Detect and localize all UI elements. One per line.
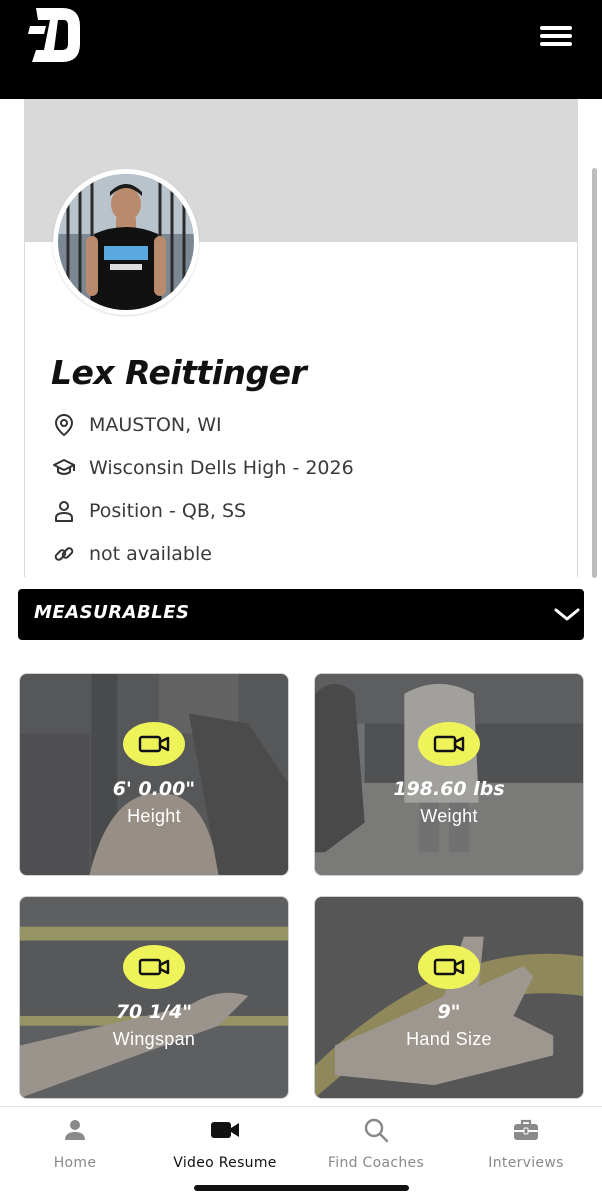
graduation-cap-icon (51, 455, 77, 481)
wingspan-label: Wingspan (112, 1029, 196, 1049)
search-icon (301, 1115, 451, 1145)
nav-find-coaches-label: Find Coaches (327, 1155, 425, 1171)
school-text: Wisconsin Dells High - 2026 (89, 457, 354, 479)
nav-find-coaches[interactable]: Find Coaches (301, 1115, 451, 1175)
location-text: MAUSTON, WI (89, 414, 222, 436)
nav-home-label: Home (53, 1155, 97, 1171)
hamburger-menu-icon[interactable] (536, 22, 576, 50)
nav-home[interactable]: Home (0, 1115, 150, 1175)
nav-video-resume[interactable]: Video Resume (150, 1115, 300, 1175)
wingspan-value: 70 1/4" (115, 1001, 193, 1023)
top-bar (0, 0, 602, 99)
d-logo-icon[interactable] (28, 6, 82, 64)
measurable-card-weight[interactable]: 198.60 lbs Weight (314, 673, 584, 876)
nav-video-resume-label: Video Resume (173, 1155, 277, 1171)
nav-interviews[interactable]: Interviews (451, 1115, 601, 1175)
location-pin-icon (51, 412, 77, 438)
home-indicator[interactable] (194, 1185, 409, 1191)
location-row: MAUSTON, WI (51, 410, 222, 440)
chevron-down-icon (554, 608, 580, 621)
position-row: Position - QB, SS (51, 496, 246, 526)
height-value: 6' 0.00" (112, 778, 196, 800)
school-row: Wisconsin Dells High - 2026 (51, 453, 354, 483)
briefcase-icon (451, 1115, 601, 1145)
hand-size-label: Hand Size (406, 1029, 492, 1049)
position-text: Position - QB, SS (89, 500, 247, 522)
link-icon (51, 541, 77, 567)
scrollbar[interactable] (592, 168, 597, 578)
height-label: Height (127, 806, 181, 826)
weight-label: Weight (420, 806, 478, 826)
video-camera-icon[interactable] (418, 945, 480, 989)
person-icon (0, 1115, 150, 1145)
measurable-card-hand-size[interactable]: 9" Hand Size (314, 896, 584, 1099)
measurable-card-wingspan[interactable]: 70 1/4" Wingspan (19, 896, 289, 1099)
hand-size-value: 9" (437, 1001, 461, 1023)
link-text: not available (89, 543, 212, 565)
avatar-photo (58, 174, 194, 310)
video-camera-icon[interactable] (123, 722, 185, 766)
nav-interviews-label: Interviews (488, 1155, 564, 1171)
measurables-title: MEASURABLES (34, 602, 190, 623)
link-row: not available (51, 539, 212, 569)
video-camera-icon[interactable] (418, 722, 480, 766)
person-icon (51, 498, 77, 524)
avatar[interactable] (53, 169, 199, 315)
measurables-toggle[interactable]: MEASURABLES (18, 589, 584, 640)
weight-value: 198.60 lbs (393, 778, 505, 800)
video-camera-icon (150, 1115, 300, 1145)
measurable-card-height[interactable]: 6' 0.00" Height (19, 673, 289, 876)
video-camera-icon[interactable] (123, 945, 185, 989)
profile-card: Lex Reittinger MAUSTON, WI Wisconsin Del… (24, 99, 578, 577)
player-name: Lex Reittinger (51, 353, 307, 392)
